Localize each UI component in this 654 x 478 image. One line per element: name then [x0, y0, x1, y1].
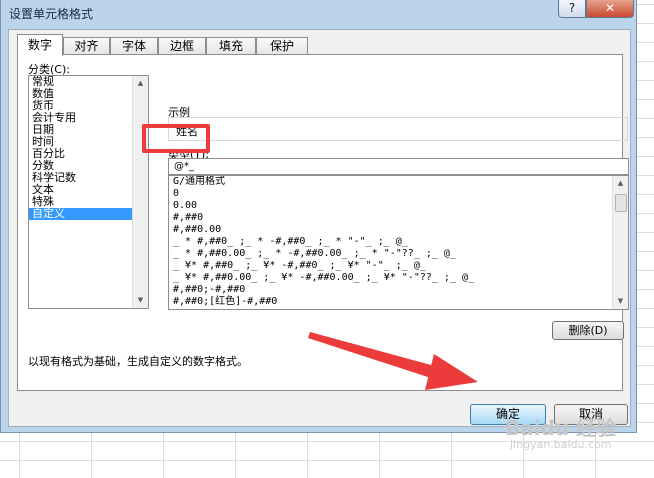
- watermark-url: jingyan.baidu.com: [510, 438, 612, 451]
- format-item[interactable]: #,##0.00: [169, 224, 628, 236]
- watermark-logo: Baidu 经验: [505, 416, 617, 440]
- format-item[interactable]: 0.00: [169, 200, 628, 212]
- format-item[interactable]: _ ¥* #,##0.00_ ;_ ¥* -#,##0.00_ ;_ ¥* "-…: [169, 272, 628, 284]
- category-scrollbar[interactable]: ▲ ▼: [132, 76, 148, 308]
- scroll-thumb[interactable]: [615, 194, 627, 212]
- tab-fill[interactable]: 填充: [206, 37, 256, 55]
- format-item[interactable]: _ * #,##0_ ;_ * -#,##0_ ;_ * "-"_ ;_ @_: [169, 236, 628, 248]
- type-input[interactable]: @*_: [168, 158, 629, 175]
- tab-number[interactable]: 数字: [17, 34, 63, 56]
- sample-box: [168, 117, 628, 141]
- format-item[interactable]: _ ¥* #,##0_ ;_ ¥* -#,##0_ ;_ ¥* "-"_ ;_ …: [169, 260, 628, 272]
- description-text: 以现有格式为基础，生成自定义的数字格式。: [28, 355, 248, 368]
- format-item[interactable]: #,##0;[红色]-#,##0: [169, 296, 628, 308]
- scroll-down-icon[interactable]: ▼: [133, 293, 148, 308]
- tab-font[interactable]: 字体: [110, 37, 158, 55]
- format-item[interactable]: 0: [169, 188, 628, 200]
- scroll-down-icon[interactable]: ▼: [613, 294, 628, 309]
- format-item[interactable]: _ * #,##0.00_ ;_ * -#,##0.00_ ;_ * "-"??…: [169, 248, 628, 260]
- category-item-custom[interactable]: 自定义: [29, 208, 148, 220]
- help-button[interactable]: ?: [558, 0, 586, 18]
- dialog-title: 设置单元格格式: [9, 7, 94, 21]
- format-item[interactable]: #,##0: [169, 212, 628, 224]
- close-button[interactable]: ✕: [586, 0, 634, 18]
- format-list[interactable]: G/通用格式 0 0.00 #,##0 #,##0.00 _ * #,##0_ …: [168, 175, 629, 310]
- scroll-up-icon[interactable]: ▲: [613, 176, 628, 191]
- format-scrollbar[interactable]: ▲ ▼: [612, 176, 628, 309]
- category-list[interactable]: 常规 数值 货币 会计专用 日期 时间 百分比 分数 科学记数 文本 特殊 自定…: [28, 75, 149, 309]
- tab-protection[interactable]: 保护: [256, 37, 308, 55]
- format-item[interactable]: G/通用格式: [169, 176, 628, 188]
- tab-border[interactable]: 边框: [158, 37, 206, 55]
- scroll-up-icon[interactable]: ▲: [133, 76, 148, 91]
- highlight-box: [142, 124, 210, 153]
- tab-alignment[interactable]: 对齐: [63, 37, 110, 55]
- pointer-arrow-icon: [308, 332, 478, 390]
- title-bar: 设置单元格格式 ? ✕: [1, 0, 636, 24]
- delete-button[interactable]: 删除(D): [552, 321, 624, 340]
- format-item[interactable]: #,##0;-#,##0: [169, 284, 628, 296]
